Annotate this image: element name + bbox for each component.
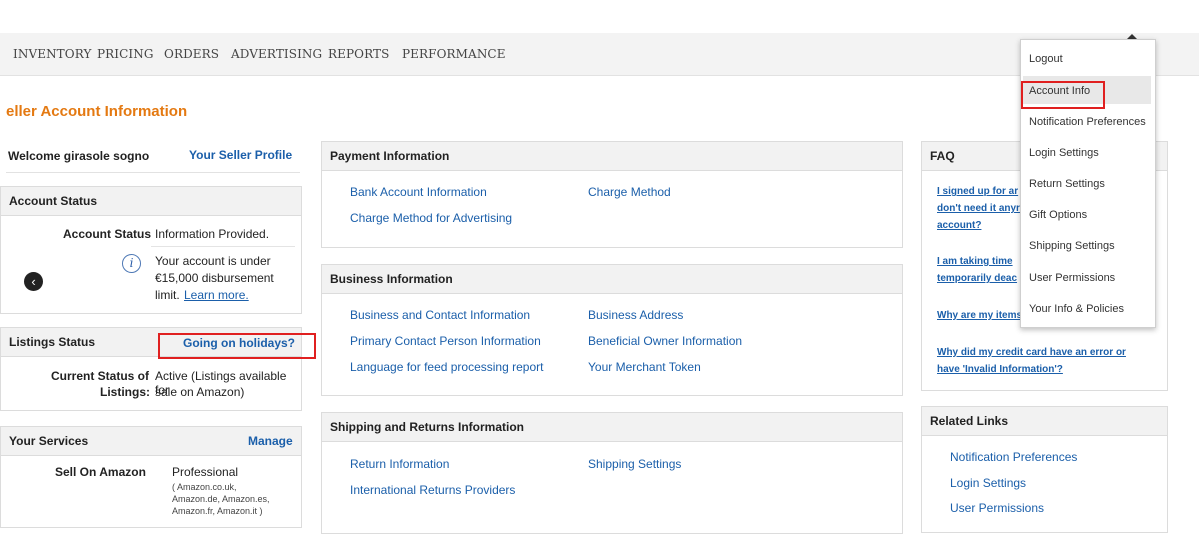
your-services-panel: Your Services Manage Sell On Amazon Prof… (0, 426, 302, 528)
beneficial-owner-link[interactable]: Beneficial Owner Information (588, 334, 742, 348)
bank-account-link[interactable]: Bank Account Information (350, 185, 487, 199)
menu-item-login-settings[interactable]: Login Settings (1029, 147, 1099, 159)
menu-item-notification-preferences[interactable]: Notification Preferences (1029, 116, 1146, 128)
menu-item-shipping-settings[interactable]: Shipping Settings (1029, 240, 1115, 252)
seller-profile-link[interactable]: Your Seller Profile (189, 148, 292, 162)
business-panel: Business Information Business and Contac… (321, 264, 903, 396)
menu-item-your-info-policies[interactable]: Your Info & Policies (1029, 303, 1124, 315)
faq-question-4[interactable]: Why did my credit card have an error or (937, 344, 1126, 361)
related-links-panel: Related Links Notification Preferences L… (921, 406, 1168, 533)
business-address-link[interactable]: Business Address (588, 308, 683, 322)
faq-question-2[interactable]: I am taking time (937, 253, 1013, 270)
highlight-box (158, 333, 316, 359)
markets-line-3: Amazon.fr, Amazon.it ) (172, 506, 263, 516)
service-name: Sell On Amazon (55, 465, 146, 479)
return-information-link[interactable]: Return Information (350, 457, 449, 471)
menu-item-logout[interactable]: Logout (1029, 53, 1063, 65)
international-returns-link[interactable]: International Returns Providers (350, 483, 515, 497)
nav-performance[interactable]: PERFORMANCE (402, 47, 506, 61)
menu-item-return-settings[interactable]: Return Settings (1029, 178, 1105, 190)
faq-question-1[interactable]: I signed up for ar (937, 183, 1018, 200)
account-status-label: Account Status (63, 227, 152, 241)
panel-title: Listings Status (9, 335, 96, 349)
merchant-token-link[interactable]: Your Merchant Token (588, 360, 701, 374)
panel-title: Account Status (9, 194, 98, 208)
account-status-panel: Account Status Account Status Informatio… (0, 186, 302, 314)
divider (6, 172, 300, 173)
current-status-label: Current Status of (51, 369, 150, 383)
business-contact-link[interactable]: Business and Contact Information (350, 308, 530, 322)
shipping-settings-link[interactable]: Shipping Settings (588, 457, 681, 471)
current-status-value-2: sale on Amazon) (155, 385, 245, 399)
service-plan: Professional (172, 465, 239, 479)
highlight-box (1021, 81, 1105, 109)
panel-header: Shipping and Returns Information (322, 413, 902, 442)
primary-contact-link[interactable]: Primary Contact Person Information (350, 334, 541, 348)
panel-title: Business Information (330, 272, 453, 286)
info-icon: i (122, 254, 141, 273)
learn-more-link[interactable]: Learn more. (184, 288, 249, 302)
note-line-3: limit. (155, 288, 180, 302)
shipping-panel: Shipping and Returns Information Return … (321, 412, 903, 534)
panel-title: Related Links (930, 414, 1009, 428)
markets-line-2: Amazon.de, Amazon.es, (172, 494, 270, 504)
nav-inventory[interactable]: INVENTORY (13, 47, 92, 61)
nav-pricing[interactable]: PRICING (97, 47, 154, 61)
panel-title: FAQ (930, 149, 955, 163)
related-notification-preferences[interactable]: Notification Preferences (950, 450, 1077, 464)
divider (151, 246, 295, 247)
current-status-label-2: Listings: (100, 385, 150, 399)
related-login-settings[interactable]: Login Settings (950, 476, 1026, 490)
related-user-permissions[interactable]: User Permissions (950, 501, 1044, 515)
note-line-2: €15,000 disbursement (155, 271, 274, 285)
menu-item-gift-options[interactable]: Gift Options (1029, 209, 1087, 221)
faq-question-1-line-2[interactable]: don't need it anyr (937, 200, 1020, 217)
panel-header: Related Links (922, 407, 1167, 436)
faq-question-4-line-2[interactable]: have 'Invalid Information'? (937, 361, 1063, 378)
page-title: eller Account Information (6, 103, 188, 120)
faq-question-3[interactable]: Why are my items (937, 307, 1022, 324)
panel-header: Payment Information (322, 142, 902, 171)
panel-header: Account Status (1, 187, 301, 216)
nav-orders[interactable]: ORDERS (164, 47, 219, 61)
panel-title: Your Services (9, 434, 89, 448)
manage-link[interactable]: Manage (248, 434, 293, 448)
faq-question-1-line-3[interactable]: account? (937, 217, 981, 234)
welcome-text: Welcome girasole sogno (8, 149, 150, 163)
charge-method-link[interactable]: Charge Method (588, 185, 671, 199)
nav-reports[interactable]: REPORTS (328, 47, 389, 61)
back-arrow-icon[interactable]: ‹ (24, 272, 43, 291)
charge-method-advertising-link[interactable]: Charge Method for Advertising (350, 211, 512, 225)
feed-language-link[interactable]: Language for feed processing report (350, 360, 543, 374)
account-status-value: Information Provided. (155, 227, 270, 241)
markets-line-1: ( Amazon.co.uk, (172, 482, 237, 492)
panel-title: Shipping and Returns Information (330, 420, 524, 434)
panel-header: Business Information (322, 265, 902, 294)
faq-question-2-line-2[interactable]: temporarily deac (937, 270, 1017, 287)
panel-title: Payment Information (330, 149, 450, 163)
nav-advertising[interactable]: ADVERTISING (231, 47, 322, 61)
menu-item-user-permissions[interactable]: User Permissions (1029, 272, 1115, 284)
note-line-1: Your account is under (155, 254, 271, 268)
payment-panel: Payment Information Bank Account Informa… (321, 141, 903, 248)
